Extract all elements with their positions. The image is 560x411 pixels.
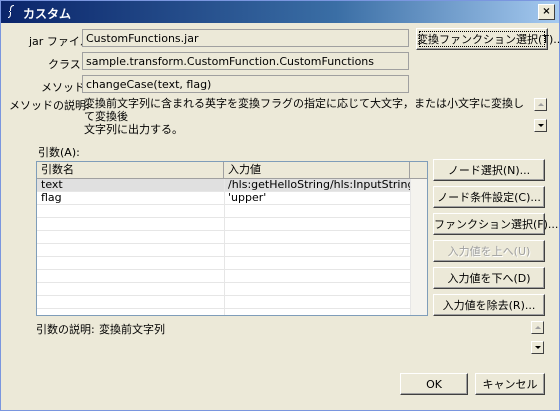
table-row[interactable] [37, 218, 427, 231]
arg-desc-scroll-up-button[interactable] [531, 321, 544, 334]
method-desc-scroll-down-button[interactable] [534, 119, 547, 132]
jar-file-field: CustomFunctions.jar [82, 29, 409, 47]
method-description-label: メソッドの説明: [9, 99, 90, 112]
close-icon: × [542, 6, 551, 17]
arrow-down-icon [538, 124, 544, 127]
function-select-button[interactable]: ファンクション選択(F)... [433, 213, 558, 235]
table-row[interactable] [37, 205, 427, 218]
table-row[interactable] [37, 283, 427, 296]
ok-button[interactable]: OK [400, 373, 468, 395]
remove-value-button[interactable]: 入力値を除去(R)... [433, 294, 545, 316]
method-description-line: 文字列に出力する。 [84, 123, 183, 136]
arrow-up-icon [535, 326, 541, 329]
select-transform-function-button[interactable]: 変換ファンクション選択(T)... [416, 28, 560, 50]
class-label: クラス: [48, 58, 85, 71]
column-header-arg-name[interactable]: 引数名 [37, 162, 224, 179]
arguments-table: 引数名 入力値 text /hls:getHelloString/hls:Inp… [36, 161, 428, 316]
arrow-down-icon [535, 346, 541, 349]
table-row[interactable]: text /hls:getHelloString/hls:InputString [37, 179, 427, 192]
node-select-button[interactable]: ノード選択(N)... [433, 159, 545, 181]
column-divider [224, 179, 225, 315]
table-row[interactable] [37, 257, 427, 270]
method-desc-scroll-up-button[interactable] [534, 98, 547, 111]
table-row[interactable] [37, 244, 427, 257]
custom-function-icon [8, 5, 14, 18]
table-vertical-scrollbar[interactable] [410, 179, 427, 315]
node-condition-button[interactable]: ノード条件設定(C)... [433, 186, 545, 208]
move-value-up-button[interactable]: 入力値を上へ(U) [433, 240, 545, 262]
close-button[interactable]: × [538, 4, 555, 20]
input-value-cell: 'upper' [228, 192, 267, 204]
argument-description-text: 変換前文字列 [99, 323, 165, 336]
table-header: 引数名 入力値 [37, 162, 427, 179]
title-bar[interactable]: カスタム × [1, 1, 559, 23]
arg-name-cell: flag [41, 192, 62, 204]
table-row[interactable]: flag 'upper' [37, 192, 427, 205]
window-title: カスタム [23, 7, 72, 21]
class-field: sample.transform.CustomFunction.CustomFu… [82, 52, 409, 70]
move-value-down-button[interactable]: 入力値を下へ(D) [433, 267, 545, 289]
table-row[interactable] [37, 296, 427, 309]
method-description-text: 変換前文字列に含まれる英字を変換フラグの指定に応じて大文字，または小文字に変換し… [84, 97, 529, 136]
table-row[interactable] [37, 231, 427, 244]
arguments-label: 引数(A): [38, 146, 80, 159]
table-row[interactable] [37, 270, 427, 283]
custom-dialog: カスタム × jar ファイル: CustomFunctions.jar 変換フ… [0, 0, 560, 411]
arg-desc-scroll-down-button[interactable] [531, 341, 544, 354]
cancel-button[interactable]: キャンセル [475, 373, 545, 395]
method-description-line: 変換前文字列に含まれる英字を変換フラグの指定に応じて大文字，または小文字に変換し… [84, 97, 524, 123]
argument-description-label: 引数の説明: [36, 323, 95, 336]
method-field: changeCase(text, flag) [82, 75, 409, 93]
arrow-up-icon [538, 103, 544, 106]
arg-name-cell: text [41, 179, 63, 191]
input-value-cell: /hls:getHelloString/hls:InputString [228, 179, 410, 191]
column-header-input-value[interactable]: 入力値 [224, 162, 410, 179]
